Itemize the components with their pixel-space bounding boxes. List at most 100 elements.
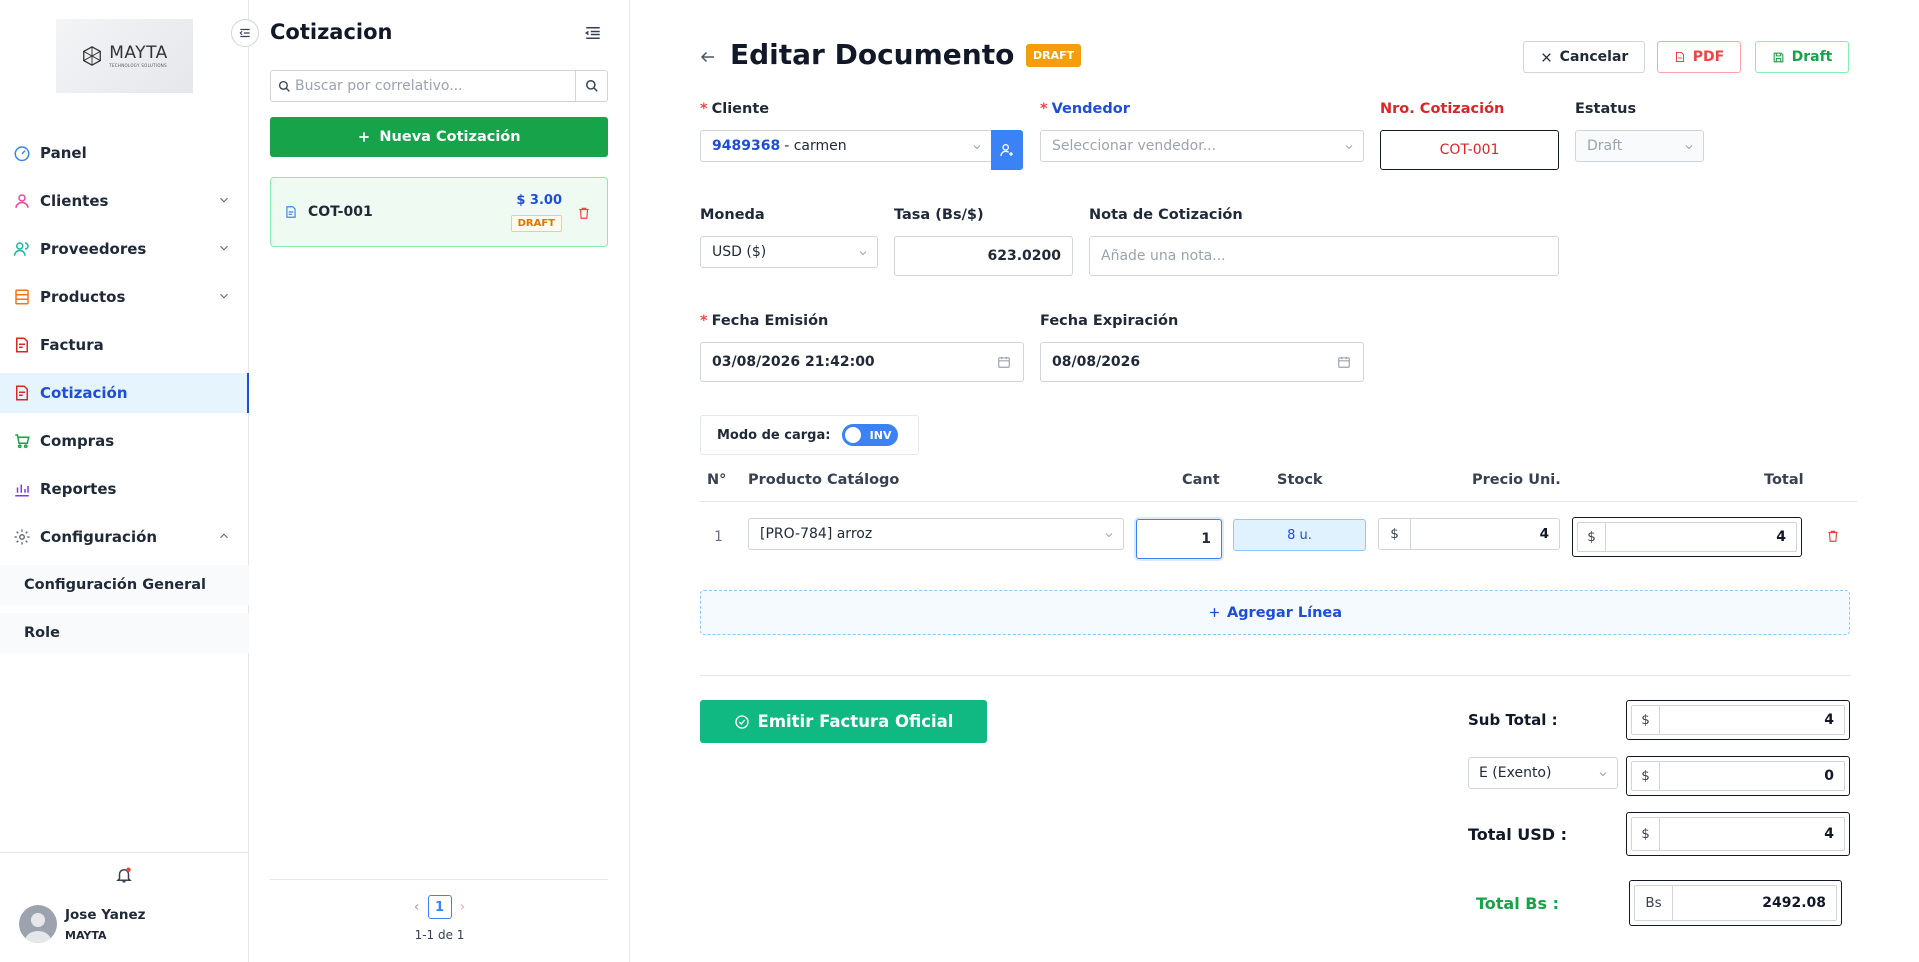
col-header-total: Total xyxy=(1764,472,1804,488)
toggle-label: INV xyxy=(869,428,892,442)
pdf-label: PDF xyxy=(1692,49,1725,65)
unit-price-value: 4 xyxy=(1539,526,1549,542)
chevron-down-icon xyxy=(859,251,867,256)
sidebar-item-factura[interactable]: Factura xyxy=(0,325,249,365)
sidebar-subitem-role[interactable]: Role xyxy=(0,613,249,653)
sidebar-item-cotizacion[interactable]: Cotización xyxy=(0,373,249,413)
avatar[interactable] xyxy=(19,905,57,943)
back-arrow-icon[interactable] xyxy=(699,48,717,66)
user-name: Jose Yanez xyxy=(65,907,146,923)
cliente-select[interactable]: 9489368 - carmen xyxy=(700,130,992,162)
sidebar-item-label: Reportes xyxy=(40,480,117,498)
currency-prefix: $ xyxy=(1632,762,1660,790)
sidebar-item-productos[interactable]: Productos xyxy=(0,277,249,317)
fecha-emision-input[interactable]: 03/08/2026 21:42:00 xyxy=(700,342,1024,382)
calendar-icon xyxy=(998,356,1010,368)
sidebar-subitem-label: Configuración General xyxy=(24,577,207,593)
sidebar-item-label: Compras xyxy=(40,432,115,450)
new-quote-button[interactable]: Nueva Cotización xyxy=(270,117,608,157)
fecha-emision-value: 03/08/2026 21:42:00 xyxy=(712,354,875,370)
unit-price-input[interactable]: $ 4 xyxy=(1378,518,1560,550)
nota-placeholder: Añade una nota... xyxy=(1101,248,1226,264)
sidebar-footer: Jose Yanez MAYTA xyxy=(0,852,249,962)
vendedor-placeholder: Seleccionar vendedor... xyxy=(1052,138,1217,154)
collapse-sidebar-button[interactable] xyxy=(231,19,259,47)
users-icon xyxy=(12,239,32,259)
total-bs-label: Total Bs : xyxy=(1476,894,1559,913)
page-button[interactable]: 1 xyxy=(427,895,452,919)
client-lookup-button[interactable] xyxy=(991,130,1023,170)
cliente-id: 9489368 xyxy=(712,138,781,154)
bell-icon[interactable] xyxy=(115,865,133,885)
sidebar-item-label: Proveedores xyxy=(40,240,147,258)
sidebar-item-label: Cotización xyxy=(40,384,128,402)
save-draft-button[interactable]: Draft xyxy=(1755,41,1849,73)
product-select[interactable]: [PRO-784] arroz xyxy=(748,518,1124,550)
search-input[interactable] xyxy=(295,71,575,101)
tax-select[interactable]: E (Exento) xyxy=(1468,757,1618,789)
next-page-button[interactable]: › xyxy=(460,899,466,915)
close-icon xyxy=(1541,52,1551,62)
sidebar-subitem-configuracion-general[interactable]: Configuración General xyxy=(0,565,249,605)
sidebar-item-label: Configuración xyxy=(40,528,158,546)
nro-cotizacion-value: COT-001 xyxy=(1439,142,1500,158)
sidebar-item-proveedores[interactable]: Proveedores xyxy=(0,229,249,269)
line-total-field: $ 4 xyxy=(1572,517,1802,557)
quote-amount: $ 3.00 xyxy=(516,193,562,208)
quantity-input[interactable]: 1 xyxy=(1136,519,1222,559)
prev-page-button[interactable]: ‹ xyxy=(414,899,420,915)
subtotal-value: 4 xyxy=(1824,712,1834,728)
sidebar: MAYTA TECHNOLOGY SOLUTIONS Panel Cliente… xyxy=(0,0,249,962)
sidebar-item-configuracion[interactable]: Configuración xyxy=(0,517,249,557)
sidebar-item-clientes[interactable]: Clientes xyxy=(0,181,249,221)
load-mode-toggle[interactable]: INV xyxy=(842,424,899,446)
sidebar-item-reportes[interactable]: Reportes xyxy=(0,469,249,509)
sidebar-item-compras[interactable]: Compras xyxy=(0,421,249,461)
file-pdf-icon xyxy=(1675,52,1684,62)
section-divider xyxy=(700,675,1850,676)
cancel-label: Cancelar xyxy=(1559,49,1629,65)
cancel-button[interactable]: Cancelar xyxy=(1523,41,1645,73)
col-header-num: N° xyxy=(707,472,727,488)
pdf-button[interactable]: PDF xyxy=(1657,41,1741,73)
emit-invoice-button[interactable]: Emitir Factura Oficial xyxy=(700,700,987,743)
total-bs-field: Bs 2492.08 xyxy=(1629,880,1842,926)
trash-icon[interactable] xyxy=(1826,528,1840,544)
currency-prefix: $ xyxy=(1379,519,1411,549)
sidebar-item-panel[interactable]: Panel xyxy=(0,133,249,173)
pagination-info: 1-1 de 1 xyxy=(414,928,465,942)
menu-fold-icon[interactable] xyxy=(584,24,602,42)
nota-input[interactable]: Añade una nota... xyxy=(1089,236,1559,276)
tax-value: 0 xyxy=(1824,768,1834,784)
status-badge: DRAFT xyxy=(1026,44,1082,67)
moneda-select[interactable]: USD ($) xyxy=(700,236,878,268)
nro-cotizacion-field[interactable]: COT-001 xyxy=(1380,130,1559,170)
document-icon xyxy=(286,206,296,218)
search-button[interactable] xyxy=(575,71,607,101)
tasa-label: Tasa (Bs/$) xyxy=(894,207,984,223)
trash-icon[interactable] xyxy=(577,205,591,221)
cliente-label: * Cliente xyxy=(700,101,770,117)
nro-cotizacion-label: Nro. Cotización xyxy=(1380,101,1505,117)
save-icon xyxy=(1773,52,1783,62)
box-icon xyxy=(12,287,32,307)
brand-logo[interactable]: MAYTA TECHNOLOGY SOLUTIONS xyxy=(56,19,193,93)
add-line-button[interactable]: Agregar Línea xyxy=(700,590,1850,635)
sidebar-item-label: Panel xyxy=(40,144,87,162)
tasa-input[interactable]: 623.0200 xyxy=(894,236,1073,276)
cliente-name: - carmen xyxy=(784,138,847,154)
col-header-stock: Stock xyxy=(1277,472,1323,488)
status-badge: DRAFT xyxy=(510,215,562,232)
quantity-value: 1 xyxy=(1201,531,1211,547)
pagination-divider xyxy=(270,879,608,880)
quote-card[interactable]: COT-001 $ 3.00 DRAFT xyxy=(270,177,608,247)
bar-chart-icon xyxy=(12,479,32,499)
quote-code: COT-001 xyxy=(308,204,373,220)
fecha-expiracion-input[interactable]: 08/08/2026 xyxy=(1040,342,1364,382)
chevron-down-icon xyxy=(1685,145,1693,150)
vendedor-select[interactable]: Seleccionar vendedor... xyxy=(1040,130,1364,162)
page-title: Editar Documento xyxy=(730,38,1015,71)
estatus-label: Estatus xyxy=(1575,101,1637,117)
brand-tagline: TECHNOLOGY SOLUTIONS xyxy=(109,62,167,68)
stock-value: 8 u. xyxy=(1287,527,1312,543)
